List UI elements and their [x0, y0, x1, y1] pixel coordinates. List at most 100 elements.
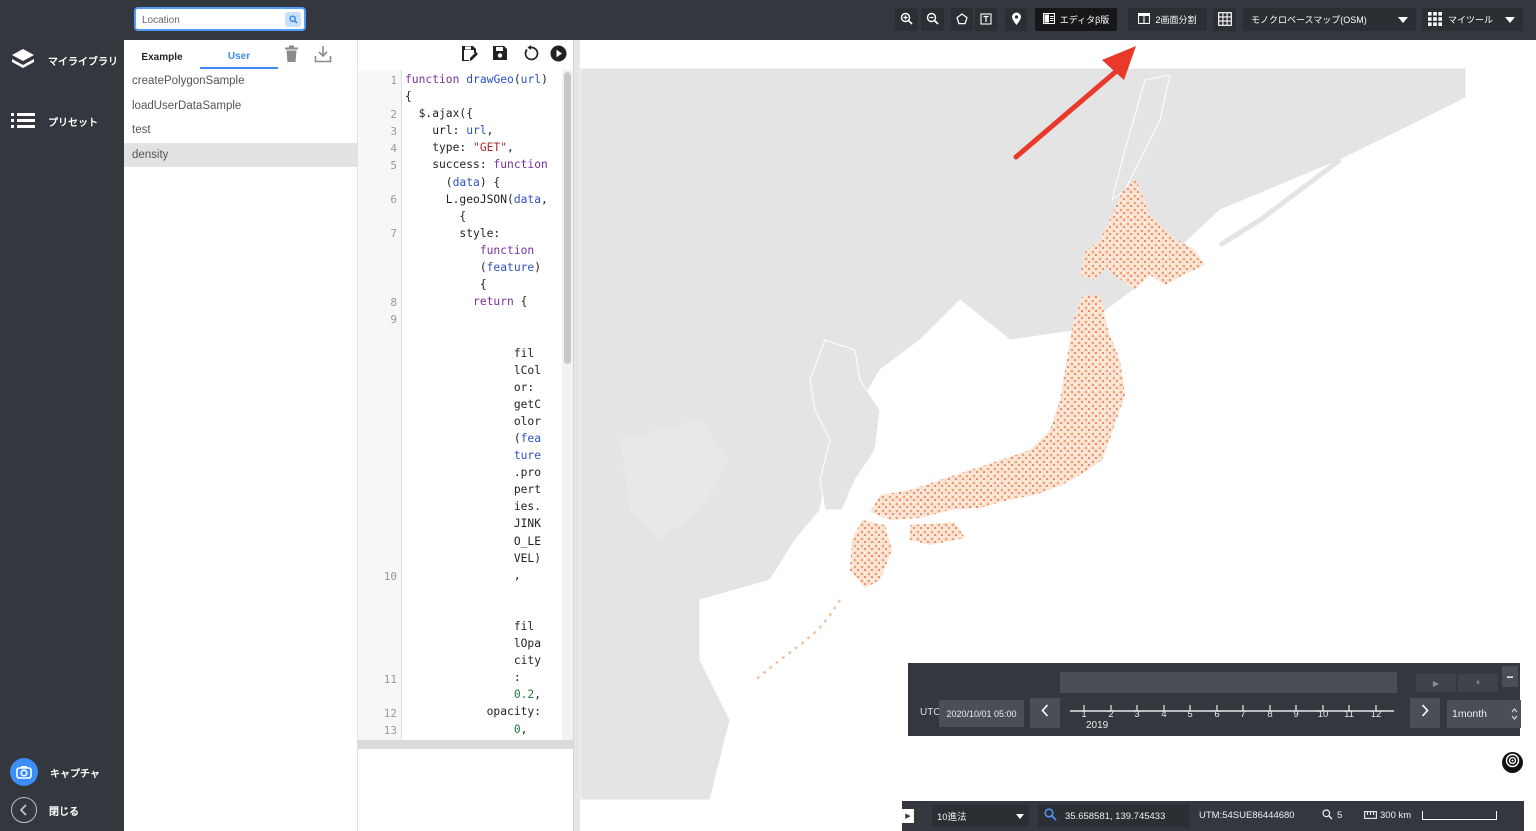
timeline-year: 2019	[1086, 720, 1109, 731]
line-number: 3	[390, 125, 397, 138]
timeline-tick: 6	[1214, 709, 1220, 720]
location-search	[134, 7, 306, 31]
editor-vertical-scrollbar[interactable]	[562, 70, 573, 740]
search-icon[interactable]	[285, 12, 301, 27]
line-number: 9	[390, 313, 397, 326]
chevron-right-icon	[1421, 704, 1429, 722]
file-item[interactable]: test	[124, 118, 358, 143]
run-icon[interactable]	[550, 45, 567, 67]
timeline-scale[interactable]: 1 2 3 4 5 6 7 8 9 10 11 12 2019	[1068, 701, 1398, 731]
interval-value: 1month	[1452, 708, 1488, 720]
line-number: 8	[390, 296, 397, 309]
interval-select[interactable]: 1month	[1447, 700, 1521, 728]
sidebar-item-presets[interactable]: プリセット	[10, 108, 98, 134]
timeline-track[interactable]	[1060, 672, 1397, 693]
chevron-down-icon	[1016, 814, 1024, 819]
split-screen-label: 2画面分割	[1155, 15, 1197, 25]
save-icon[interactable]	[492, 45, 508, 66]
coordinate-field[interactable]: 35.658581, 139.745433	[1038, 805, 1190, 827]
file-list: createPolygonSample loadUserDataSample t…	[124, 69, 358, 167]
timeline-tick: 8	[1267, 709, 1273, 720]
zoom-out-button[interactable]	[921, 8, 944, 31]
sidebar-item-my-library[interactable]: マイライブラリ	[10, 47, 118, 73]
line-number: 7	[390, 227, 397, 240]
pentagon-icon	[956, 12, 968, 27]
capture-button[interactable]: キャプチャ	[10, 758, 100, 786]
prev-period-button[interactable]	[1030, 698, 1060, 728]
zoom-level: 5	[1337, 810, 1343, 821]
mytools-menu[interactable]: マイツール	[1422, 8, 1523, 31]
pane-splitter[interactable]	[573, 40, 580, 831]
app-window: マイライブラリ プリセット キャプチャ 閉じる Location エディタβ版 …	[0, 0, 1536, 831]
camera-icon	[10, 758, 38, 786]
timeline-tick: 11	[1344, 709, 1354, 720]
timeline-tick: 12	[1370, 709, 1382, 720]
grid-icon	[1217, 11, 1232, 28]
code-area[interactable]: 1 2 3 4 5 6 7 8 9 10 11 12 13 function d…	[358, 70, 573, 740]
coord-format-select[interactable]: 10進法	[932, 805, 1029, 827]
left-sidebar: マイライブラリ プリセット キャプチャ 閉じる	[0, 0, 124, 831]
capture-label: キャプチャ	[50, 768, 100, 780]
split-view-icon	[1138, 12, 1151, 26]
timeline-panel: ▶ ⏸ − UTC 2020/10/01 05:00 1 2 3 4 5 6 7…	[908, 663, 1521, 736]
marker-button[interactable]	[1005, 8, 1027, 31]
basemap-value: モノクロベースマップ(OSM)	[1251, 15, 1367, 25]
compass-button[interactable]	[1502, 752, 1523, 773]
grid-button[interactable]	[1213, 8, 1236, 31]
ruler-icon	[1364, 811, 1377, 822]
undo-icon[interactable]	[523, 45, 539, 66]
layers-icon	[10, 47, 36, 73]
sidebar-item-label: マイライブラリ	[48, 56, 118, 68]
split-screen-button[interactable]: 2画面分割	[1128, 8, 1207, 31]
expand-statusbar-button[interactable]: ▶	[902, 809, 914, 823]
timeline-tick: 9	[1293, 709, 1299, 720]
target-icon	[1505, 753, 1520, 773]
zoom-out-icon	[926, 12, 939, 27]
editor-beta-button[interactable]: エディタβ版	[1035, 8, 1117, 31]
scrollbar-thumb[interactable]	[564, 72, 571, 364]
next-period-button[interactable]	[1410, 698, 1440, 728]
file-item[interactable]: loadUserDataSample	[124, 94, 358, 119]
coord-format-value: 10進法	[937, 812, 967, 823]
trash-icon[interactable]	[284, 45, 299, 68]
chevron-down-icon	[1505, 17, 1515, 23]
save-as-icon[interactable]	[461, 45, 479, 67]
text-box-icon	[980, 12, 992, 27]
top-toolbar: エディタβ版 2画面分割 モノクロベースマップ(OSM) マイツール	[124, 0, 1536, 40]
file-item[interactable]: createPolygonSample	[124, 69, 358, 94]
draw-polygon-button[interactable]	[951, 8, 973, 31]
timeline-tick: 7	[1240, 709, 1246, 720]
zoom-in-button[interactable]	[895, 8, 918, 31]
pause-button[interactable]: ⏸	[1458, 674, 1498, 692]
file-item[interactable]: density	[124, 142, 358, 167]
datetime-field[interactable]: 2020/10/01 05:00	[939, 700, 1024, 727]
minimize-timeline-button[interactable]: −	[1502, 666, 1518, 687]
tab-user[interactable]: User	[200, 45, 278, 69]
okinawa-islands	[754, 599, 842, 681]
timeline-tick: 1	[1081, 709, 1087, 720]
line-number-gutter: 1 2 3 4 5 6 7 8 9 10 11 12 13	[358, 70, 402, 740]
timeline-tick: 5	[1187, 709, 1193, 720]
basemap-select[interactable]: モノクロベースマップ(OSM)	[1243, 8, 1416, 31]
line-number: 10	[383, 570, 397, 583]
timeline-tick: 10	[1317, 709, 1329, 720]
editor-beta-label: エディタβ版	[1059, 15, 1110, 25]
line-number: 1	[390, 74, 397, 87]
line-number: 4	[390, 142, 397, 155]
line-number: 13	[383, 724, 397, 737]
play-button[interactable]: ▶	[1416, 674, 1456, 692]
tab-example[interactable]: Example	[124, 45, 200, 69]
close-sidebar-button[interactable]: 閉じる	[11, 797, 79, 823]
line-number: 6	[390, 193, 397, 206]
map-pin-icon	[1011, 12, 1022, 28]
editor-horizontal-scrollbar[interactable]	[358, 740, 573, 749]
line-number: 12	[383, 707, 397, 720]
draw-text-button[interactable]	[975, 8, 997, 31]
timeline-tick: 4	[1161, 709, 1167, 720]
list-icon	[10, 108, 36, 134]
mytools-label: マイツール	[1448, 15, 1494, 25]
search-input[interactable]	[142, 12, 282, 28]
apps-grid-icon	[1428, 11, 1442, 28]
download-icon[interactable]	[314, 45, 332, 68]
kyushu	[850, 520, 892, 588]
